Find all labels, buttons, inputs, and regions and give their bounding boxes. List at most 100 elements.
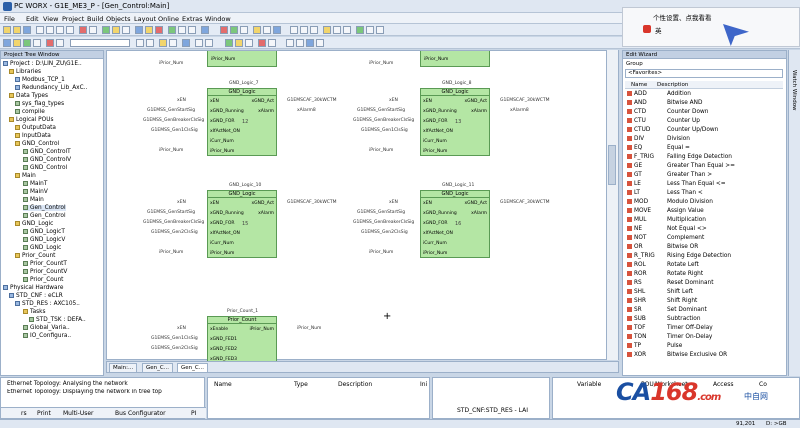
run-icon[interactable] xyxy=(168,26,176,34)
tree-item[interactable]: Modbus_TCP_1 xyxy=(15,77,65,83)
list-item[interactable]: SHR Shift Right xyxy=(627,298,697,304)
tab-print[interactable]: Print xyxy=(37,410,51,417)
tree-item[interactable]: Prior_Count xyxy=(15,253,55,259)
jump-icon[interactable] xyxy=(343,26,351,34)
var-label[interactable]: xEN xyxy=(177,326,186,331)
bird-logo-icon[interactable] xyxy=(723,24,749,46)
list-item[interactable]: DIV Division xyxy=(627,136,690,142)
zoom-in-icon[interactable] xyxy=(178,26,186,34)
list-item[interactable]: MUL Multiplication xyxy=(627,217,706,223)
overview-icon[interactable] xyxy=(182,39,190,47)
var-label[interactable]: G1EMSCAF_30kWCTM xyxy=(500,200,550,205)
layout-icon[interactable] xyxy=(33,39,41,47)
stop-icon[interactable] xyxy=(155,26,163,34)
menu-file[interactable]: File xyxy=(4,15,15,23)
step-icon[interactable] xyxy=(230,26,238,34)
var-label[interactable]: iPrior_Num xyxy=(297,326,321,331)
list-item[interactable]: SHL Shift Left xyxy=(627,289,693,295)
fb-partial[interactable]: iPrior_Num xyxy=(420,51,490,67)
tree-item-project[interactable]: Project : D:\LIN_ZU\G1E.. xyxy=(3,61,82,67)
var-label[interactable]: G1EMSCAF_30kWCTM xyxy=(287,98,337,103)
list-item[interactable]: TP Pulse xyxy=(627,343,682,349)
tree-item[interactable]: Tasks xyxy=(23,309,46,315)
contact-icon[interactable] xyxy=(300,26,308,34)
cut-icon[interactable] xyxy=(46,26,54,34)
editor-vertical-scrollbar[interactable] xyxy=(606,50,618,360)
tree-item[interactable]: sys_flag_types xyxy=(15,101,64,107)
copy-icon[interactable] xyxy=(56,26,64,34)
watch-window-sidebar[interactable]: Watch Window xyxy=(788,50,800,376)
tree-item[interactable]: GND_Control xyxy=(15,141,59,147)
col-variable[interactable]: Variable xyxy=(577,381,601,388)
fb-gnd-logic-7[interactable]: GND_Logic xEN xGND_Running xGND_FOR xIfA… xyxy=(207,88,277,156)
list-item[interactable]: LE Less Than Equal <= xyxy=(627,181,726,187)
tree-item[interactable]: IO_Configura.. xyxy=(23,333,71,339)
select-icon[interactable] xyxy=(376,26,384,34)
tree-item-data-types[interactable]: Data Types xyxy=(9,93,48,99)
next-icon[interactable] xyxy=(205,39,213,47)
tree-item[interactable]: Global_Varia.. xyxy=(23,325,70,331)
delete-icon[interactable] xyxy=(169,39,177,47)
tab-gen-control-2[interactable]: Gen_C... xyxy=(177,363,208,373)
tree-item[interactable]: GND_Logic xyxy=(23,245,61,251)
var-label[interactable]: iPrior_Num xyxy=(159,250,183,255)
fbd-editor[interactable]: iPrior_Num iPrior_Num iPrior_Num iPrior_… xyxy=(106,50,619,362)
var-label[interactable]: xEN xyxy=(389,200,398,205)
tree-item[interactable]: GND_Logic xyxy=(15,221,53,227)
find-icon[interactable] xyxy=(122,26,130,34)
var-label[interactable]: iPrior_Num xyxy=(159,148,183,153)
menu-layout[interactable]: Layout xyxy=(134,15,156,23)
align-bottom-icon[interactable] xyxy=(316,39,324,47)
tree-item-selected[interactable]: Gen_Control xyxy=(23,205,66,211)
var-label[interactable]: xEN xyxy=(389,98,398,103)
edit-icon[interactable] xyxy=(159,39,167,47)
new-icon[interactable] xyxy=(3,26,11,34)
tree-item[interactable]: OutputData xyxy=(15,125,56,131)
tab-bus-configurator[interactable]: Bus Configurator xyxy=(115,410,166,417)
ime-icon[interactable] xyxy=(643,25,651,33)
var-label[interactable]: xAlarm8 xyxy=(297,108,316,113)
var-label[interactable]: iPrior_Num xyxy=(369,250,393,255)
col-description[interactable]: Description xyxy=(657,82,688,88)
tree-item[interactable]: compile xyxy=(15,109,45,115)
tree-item[interactable]: InputData xyxy=(15,133,51,139)
list-item[interactable]: CTD Counter Down xyxy=(627,109,708,115)
var-label[interactable]: iPrior_Num xyxy=(369,148,393,153)
tree-item[interactable]: GND_LogicT xyxy=(23,229,65,235)
menu-view[interactable]: View xyxy=(43,15,58,23)
fb-instance-name[interactable]: GND_Logic_7 xyxy=(229,81,258,86)
error-icon[interactable] xyxy=(46,39,54,47)
tree-item[interactable]: MainT xyxy=(23,181,47,187)
list-item[interactable]: XOR Bitwise Exclusive OR xyxy=(627,352,727,358)
language-select[interactable] xyxy=(70,39,130,47)
tree-item[interactable]: GND_LogicV xyxy=(23,237,65,243)
align-top-icon[interactable] xyxy=(306,39,314,47)
var-label[interactable]: G1EMSS_GenBreakerClsSig xyxy=(353,118,414,123)
align-right-icon[interactable] xyxy=(296,39,304,47)
tree-item[interactable]: Redundancy_Lib_AxC.. xyxy=(15,85,87,91)
editor-scroll-thumb[interactable] xyxy=(608,145,616,185)
prev-icon[interactable] xyxy=(195,39,203,47)
list-item[interactable]: ADD Addition xyxy=(627,91,691,97)
monitor-icon[interactable] xyxy=(225,39,233,47)
list-item[interactable]: SUB Subtraction xyxy=(627,316,701,322)
var-label[interactable]: G1EMSS_Gen2ClsSig xyxy=(361,230,408,235)
fb-prior-count-1[interactable]: Prior_Count xEnable xGND_FED1 xGND_FED2 … xyxy=(207,316,277,362)
cold-start-icon[interactable] xyxy=(253,26,261,34)
var-label[interactable]: G1EMSCAF_30kWCTM xyxy=(500,98,550,103)
col-name[interactable]: Name xyxy=(631,82,647,88)
fb-gnd-logic-10[interactable]: GND_Logic xEN xGND_Running xGND_FOR xIfA… xyxy=(207,190,277,258)
zoom-out-icon[interactable] xyxy=(188,26,196,34)
tree-item[interactable]: Gen_Control xyxy=(23,213,66,219)
menu-build[interactable]: Build xyxy=(87,15,103,23)
list-item[interactable]: ROR Rotate Right xyxy=(627,271,703,277)
menu-edit[interactable]: Edit xyxy=(26,15,39,23)
var-label[interactable]: G1EMSS_Gen1ClsSig xyxy=(151,336,198,341)
coil-icon[interactable] xyxy=(310,26,318,34)
logic-icon[interactable] xyxy=(245,39,253,47)
tree-item-logical-pous[interactable]: Logical POUs xyxy=(9,117,53,123)
tree-item[interactable]: Prior_Count xyxy=(23,277,63,283)
hot-start-icon[interactable] xyxy=(273,26,281,34)
undo-icon[interactable] xyxy=(79,26,87,34)
var-label[interactable]: G1EMSS_Gen2ClsSig xyxy=(151,230,198,235)
